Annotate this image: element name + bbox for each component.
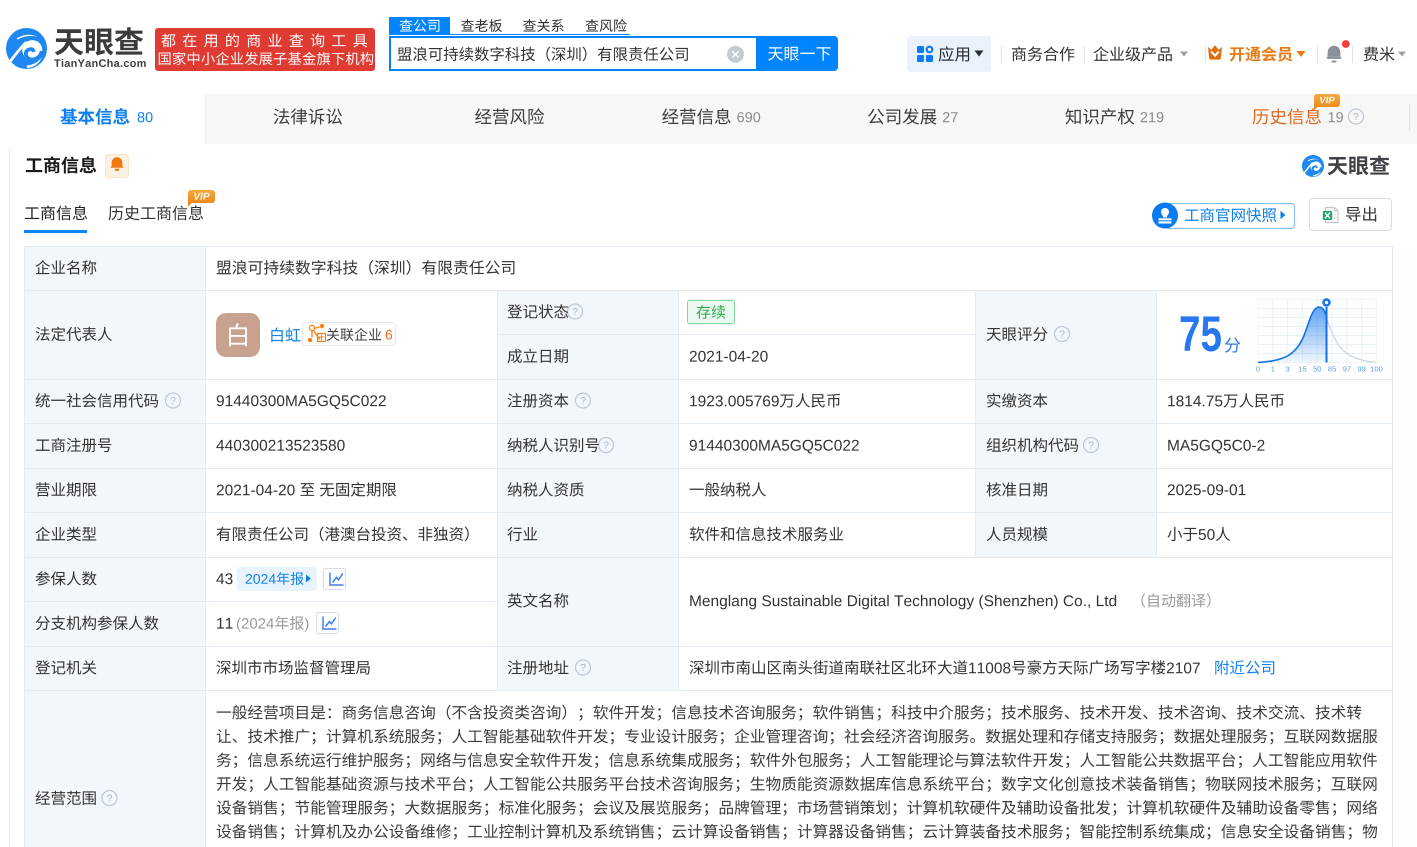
- svg-text:75: 75: [1179, 306, 1222, 362]
- svg-text:99: 99: [1358, 365, 1366, 374]
- svg-text:?: ?: [170, 395, 176, 407]
- svg-text:15: 15: [1298, 365, 1306, 374]
- svg-text:?: ?: [580, 395, 586, 407]
- svg-text:97: 97: [1343, 365, 1351, 374]
- svg-text:1: 1: [1271, 365, 1275, 374]
- svg-text:?: ?: [1059, 329, 1065, 341]
- svg-text:?: ?: [1088, 440, 1094, 452]
- svg-text:0: 0: [1256, 365, 1260, 374]
- svg-text:?: ?: [1353, 111, 1359, 123]
- svg-text:?: ?: [580, 662, 586, 674]
- svg-text:100: 100: [1370, 365, 1383, 374]
- svg-text:50: 50: [1313, 365, 1321, 374]
- svg-text:3: 3: [1286, 365, 1290, 374]
- svg-text:85: 85: [1328, 365, 1336, 374]
- svg-text:?: ?: [603, 440, 609, 452]
- svg-text:?: ?: [572, 306, 578, 318]
- svg-text:?: ?: [107, 793, 113, 805]
